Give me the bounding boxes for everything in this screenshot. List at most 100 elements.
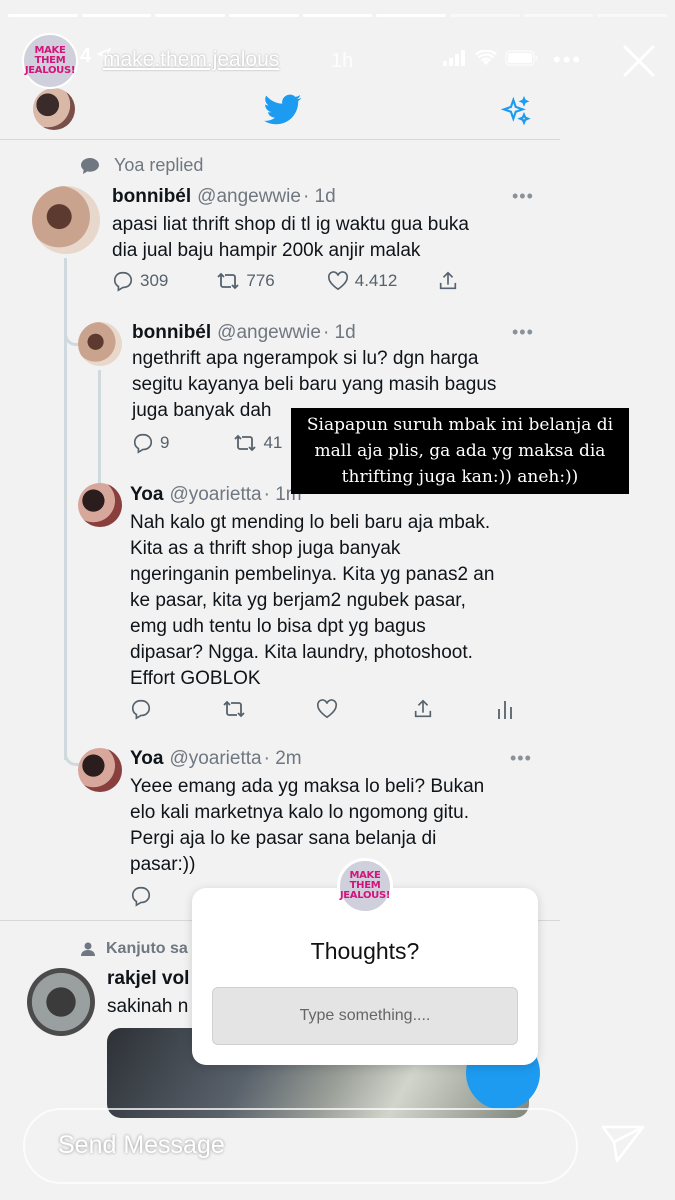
sparkle-icon: [500, 95, 532, 133]
replied-context: Yoa replied: [80, 155, 203, 176]
reply-count: 9: [160, 433, 170, 452]
avatar[interactable]: [78, 322, 122, 366]
handle: @angewwie: [197, 186, 301, 207]
tweet-line: elo kali marketnya kalo lo ngomong gitu.: [130, 802, 470, 823]
send-message-label: Send Message: [58, 1131, 225, 1159]
status-time-text: 4: [80, 45, 92, 67]
avatar[interactable]: [78, 748, 122, 792]
tweet-line: Pergi aja lo ke pasar sana belanja di: [130, 828, 437, 849]
speech-bubble-icon: [81, 157, 99, 174]
tweet-line: segitu kayanya beli baru yang masih bagu…: [132, 374, 497, 395]
tweet-text: Yeee emang ada yg maksa lo beli? Bukan e…: [130, 774, 484, 878]
tweet-more-icon[interactable]: •••: [512, 186, 534, 207]
story-caption: Siapapun suruh mbak ini belanja di mall …: [291, 408, 629, 494]
handle: @yoarietta: [169, 484, 262, 505]
story-avatar[interactable]: MAKE THEM JEALOUS!: [22, 33, 78, 89]
display-name: bonnibél: [112, 186, 192, 207]
tweet-text: apasi liat thrift shop di tl ig waktu gu…: [112, 212, 469, 264]
handle: @yoarietta: [169, 748, 262, 769]
reply-icon: [131, 886, 151, 907]
tweet-line: Kita as a thrift shop juga banyak: [130, 538, 401, 559]
tweet-actions: 9 41: [132, 432, 282, 454]
reply-count: 309: [140, 271, 169, 290]
retweet-button[interactable]: [222, 698, 246, 720]
handle: @angewwie: [217, 322, 321, 343]
retweet-icon: [234, 434, 257, 452]
reply-icon: [113, 271, 133, 292]
display-name: bonnibél: [132, 322, 212, 343]
like-button[interactable]: [316, 699, 338, 719]
question-input[interactable]: Type something....: [212, 987, 518, 1045]
wifi-icon: [475, 50, 497, 65]
tweet-text: Nah kalo gt mending lo beli baru aja mba…: [130, 510, 494, 692]
thread-line: [98, 370, 101, 486]
progress-segment: [155, 14, 226, 17]
share-button[interactable]: [437, 270, 459, 292]
timestamp: · 1d: [302, 186, 336, 207]
tweet-line: ngethrift apa ngerampok si lu? dgn harga: [132, 348, 479, 369]
tweet-line: emg udh tentu lo bisa dpt yg bagus: [130, 616, 426, 637]
avatar[interactable]: [27, 968, 95, 1036]
analytics-icon: [498, 701, 512, 719]
replied-label: Yoa replied: [114, 155, 204, 175]
tweet-line: apasi liat thrift shop di tl ig waktu gu…: [112, 214, 469, 235]
retweet-icon: [223, 700, 245, 718]
person-icon: [81, 942, 95, 956]
like-count: 4.412: [354, 271, 398, 290]
thread-line: [64, 540, 67, 760]
share-button[interactable]: [412, 698, 434, 720]
tweet-more-icon[interactable]: •••: [510, 748, 532, 769]
avatar[interactable]: [32, 186, 100, 254]
tweet-more-icon[interactable]: •••: [512, 322, 534, 343]
tweet-line: ke pasar, kita yg berjam2 ngubek pasar,: [130, 590, 466, 611]
reply-button[interactable]: [130, 698, 152, 720]
question-avatar: MAKE THEM JEALOUS!: [337, 858, 393, 914]
story-time: 1h: [331, 50, 354, 72]
display-name[interactable]: rakjel vol: [107, 968, 189, 990]
tweet-line: Effort GOBLOK: [130, 668, 261, 689]
heart-icon: [327, 271, 348, 291]
analytics-button[interactable]: [496, 698, 514, 720]
like-button[interactable]: 4.412: [327, 271, 398, 291]
logo-line: JEALOUS!: [24, 65, 76, 76]
reply-button[interactable]: [130, 885, 152, 907]
retweet-button[interactable]: 776: [216, 270, 275, 292]
display-name: Yoa: [130, 484, 164, 505]
tweet-line: Yeee emang ada yg maksa lo beli? Bukan: [130, 776, 485, 797]
tweet-author[interactable]: Yoa @yoarietta · 1m: [130, 484, 302, 506]
profile-avatar: [33, 88, 75, 130]
tweet-actions: [130, 885, 152, 907]
send-icon[interactable]: [601, 1124, 645, 1169]
reply-button[interactable]: 9: [132, 432, 169, 454]
display-name: Yoa: [130, 748, 164, 769]
tweet-author[interactable]: bonnibél @angewwie · 1d: [112, 186, 336, 208]
tweet-line: pasar:)): [130, 854, 196, 875]
retweet-icon: [217, 272, 240, 290]
progress-segment: [523, 14, 594, 17]
avatar[interactable]: [78, 483, 122, 527]
reply-button[interactable]: 309: [112, 270, 168, 292]
caption-line: Siapapun suruh mbak ini belanja di: [306, 415, 614, 435]
retweet-context: Kanjuto sa: [80, 940, 188, 958]
retweet-button[interactable]: 41: [233, 432, 282, 454]
tweet-author[interactable]: bonnibél @angewwie · 1d: [132, 322, 356, 344]
tweet-line: dia jual baju hampir 200k anjir malak: [112, 240, 421, 261]
logo: MAKE THEM JEALOUS!: [24, 46, 76, 76]
tweet-actions: 309 776 4.412: [112, 270, 459, 292]
timestamp: · 2m: [263, 748, 302, 769]
story-username[interactable]: make.them.jealous: [103, 48, 279, 72]
more-horizontal-icon[interactable]: •••: [553, 47, 582, 73]
close-icon[interactable]: [622, 44, 656, 83]
twitter-bird-icon: [264, 94, 302, 131]
progress-segment: [302, 14, 373, 17]
thread-connector: [64, 740, 80, 766]
caption-line: mall aja plis, ga ada yg maksa dia: [314, 441, 606, 461]
share-icon: [414, 699, 432, 718]
story-progress: [8, 14, 668, 17]
heart-icon: [316, 699, 338, 719]
share-icon: [440, 271, 457, 290]
logo: MAKE THEM JEALOUS!: [340, 871, 391, 901]
question-sticker[interactable]: Thoughts? Type something....: [192, 888, 538, 1065]
tweet-author[interactable]: Yoa @yoarietta · 2m: [130, 748, 302, 770]
signal-icon: [443, 50, 465, 66]
